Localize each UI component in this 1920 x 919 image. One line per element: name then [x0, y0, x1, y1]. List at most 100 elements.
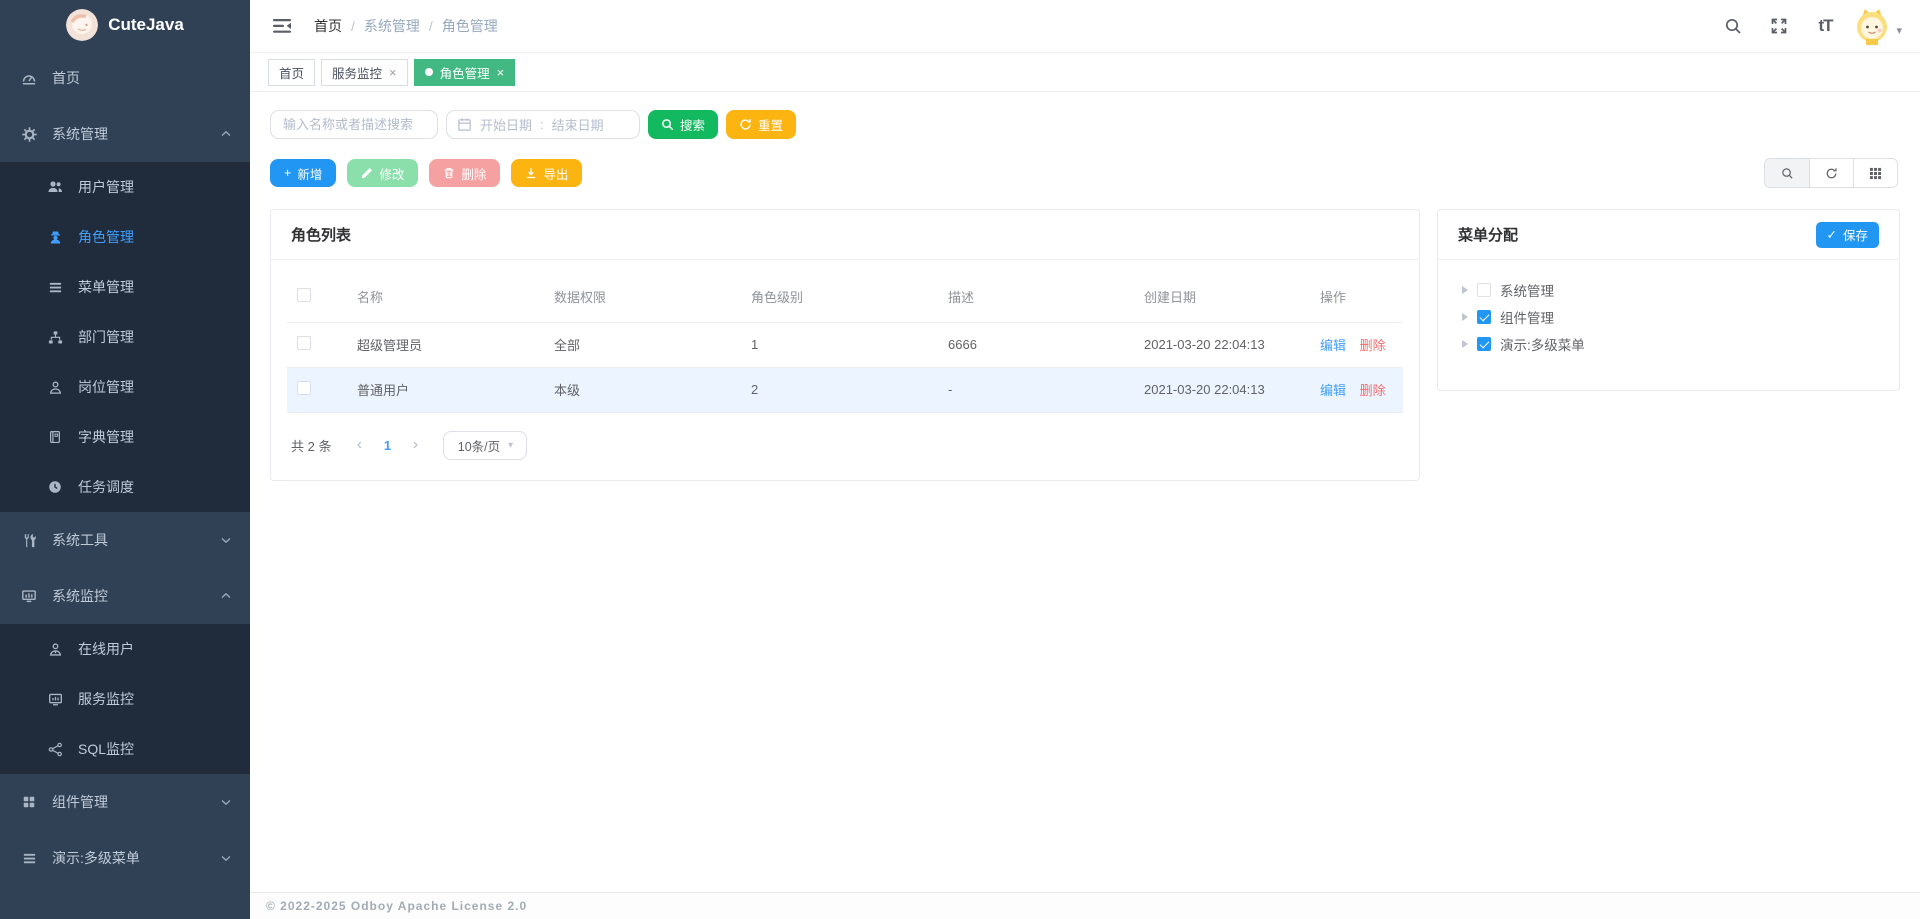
- tree-expand-icon[interactable]: [1462, 286, 1468, 294]
- chevron-down-icon: ▾: [1896, 24, 1902, 37]
- sidebar-item-role-mgmt[interactable]: 角色管理: [0, 212, 250, 262]
- delete-button-label: 删除: [461, 164, 486, 183]
- edit-link[interactable]: 编辑: [1320, 383, 1346, 398]
- role-icon: [46, 229, 64, 245]
- tree-node-component-mgmt[interactable]: 组件管理: [1462, 303, 1879, 330]
- search-icon[interactable]: [1715, 8, 1751, 44]
- sidebar-item-component-mgmt[interactable]: 组件管理: [0, 774, 250, 830]
- tree-checkbox[interactable]: [1477, 283, 1491, 297]
- sidebar-item-system-monitor[interactable]: 系统监控: [0, 568, 250, 624]
- submenu-system-monitor: 在线用户 服务监控 SQL监控: [0, 624, 250, 774]
- tab-label: 角色管理: [440, 63, 490, 82]
- footer: © 2022-2025 Odboy Apache License 2.0: [250, 892, 1920, 919]
- font-size-icon[interactable]: tT: [1807, 8, 1843, 44]
- save-button[interactable]: ✓ 保存: [1816, 222, 1880, 248]
- topbar: 首页 / 系统管理 / 角色管理 tT: [250, 0, 1920, 53]
- sidebar-item-demo-multilevel[interactable]: 演示:多级菜单: [0, 830, 250, 886]
- book-icon: [46, 429, 64, 445]
- sidebar-item-dict-mgmt[interactable]: 字典管理: [0, 412, 250, 462]
- grid-icon: [1869, 167, 1882, 180]
- add-button-label: 新增: [297, 164, 322, 183]
- sidebar-item-label: 在线用户: [78, 639, 134, 659]
- page-number[interactable]: 1: [373, 431, 401, 459]
- column-header-description: 描述: [938, 272, 1134, 322]
- date-start-placeholder: 开始日期: [480, 115, 532, 134]
- sidebar-item-task-schedule[interactable]: 任务调度: [0, 462, 250, 512]
- delete-link[interactable]: 删除: [1360, 338, 1386, 353]
- toggle-search-button[interactable]: [1765, 159, 1809, 187]
- search-input[interactable]: [270, 110, 438, 139]
- sidebar-item-label: 用户管理: [78, 177, 134, 197]
- prev-page-icon[interactable]: ‹: [345, 431, 373, 459]
- row-checkbox[interactable]: [297, 336, 311, 350]
- select-all-checkbox[interactable]: [297, 288, 311, 302]
- page-size-select[interactable]: 10条/页 ▾: [443, 431, 527, 460]
- row-checkbox[interactable]: [297, 381, 311, 395]
- table-row[interactable]: 普通用户 本级 2 - 2021-03-20 22:04:13 编辑 删除: [287, 367, 1403, 412]
- sidebar-item-user-mgmt[interactable]: 用户管理: [0, 162, 250, 212]
- breadcrumb-home[interactable]: 首页: [314, 16, 342, 36]
- pencil-icon: [361, 167, 373, 179]
- export-button[interactable]: 导出: [511, 159, 582, 187]
- tab-role-mgmt[interactable]: 角色管理 ×: [414, 59, 516, 86]
- sidebar-collapse-icon[interactable]: [266, 11, 298, 41]
- delete-button[interactable]: 删除: [429, 159, 500, 187]
- sidebar-item-label: 首页: [52, 68, 80, 88]
- menu-card-body: 系统管理 组件管理 演示:多级菜单: [1438, 260, 1899, 379]
- table-row[interactable]: 超级管理员 全部 1 6666 2021-03-20 22:04:13 编辑 删…: [287, 322, 1403, 367]
- tree-node-demo-multilevel[interactable]: 演示:多级菜单: [1462, 330, 1879, 357]
- server-monitor-icon: [46, 691, 64, 707]
- tab-label: 服务监控: [332, 63, 382, 82]
- add-button[interactable]: + 新增: [270, 159, 336, 187]
- tree-expand-icon[interactable]: [1462, 340, 1468, 348]
- tree-node-system-mgmt[interactable]: 系统管理: [1462, 276, 1879, 303]
- tab-server-monitor[interactable]: 服务监控 ×: [321, 59, 408, 86]
- date-range-picker[interactable]: 开始日期 : 结束日期: [446, 110, 640, 139]
- edit-link[interactable]: 编辑: [1320, 338, 1346, 353]
- cell-scope: 本级: [544, 367, 741, 412]
- edit-button[interactable]: 修改: [347, 159, 418, 187]
- table-toolbar: [1764, 158, 1898, 188]
- tree-node-label: 演示:多级菜单: [1500, 334, 1585, 354]
- column-settings-button[interactable]: [1853, 159, 1897, 187]
- sidebar-item-dept-mgmt[interactable]: 部门管理: [0, 312, 250, 362]
- cell-description: 6666: [938, 322, 1134, 367]
- avatar[interactable]: [1853, 7, 1891, 45]
- sitemap-icon: [46, 329, 64, 345]
- close-icon[interactable]: ×: [389, 66, 397, 79]
- next-page-icon[interactable]: ›: [401, 431, 429, 459]
- fullscreen-icon[interactable]: [1761, 8, 1797, 44]
- sidebar-item-post-mgmt[interactable]: 岗位管理: [0, 362, 250, 412]
- sidebar-item-server-monitor[interactable]: 服务监控: [0, 674, 250, 724]
- sidebar-item-menu-mgmt[interactable]: 菜单管理: [0, 262, 250, 312]
- sidebar-item-system-tools[interactable]: 系统工具: [0, 512, 250, 568]
- tab-label: 首页: [279, 63, 304, 82]
- tab-home[interactable]: 首页: [268, 59, 315, 86]
- reset-button-label: 重置: [758, 115, 783, 134]
- refresh-icon: [1825, 167, 1838, 180]
- sidebar-item-online-users[interactable]: 在线用户: [0, 624, 250, 674]
- reset-button[interactable]: 重置: [726, 110, 796, 139]
- close-icon[interactable]: ×: [497, 66, 505, 79]
- sidebar-item-label: 系统工具: [52, 530, 108, 550]
- app-root: CuteJava 首页 系统管理: [0, 0, 1920, 919]
- sidebar-item-label: 字典管理: [78, 427, 134, 447]
- sidebar-item-system-mgmt[interactable]: 系统管理: [0, 106, 250, 162]
- chevron-down-icon: [220, 534, 232, 546]
- cell-description: -: [938, 367, 1134, 412]
- monitor-icon: [20, 588, 38, 604]
- sidebar-item-home[interactable]: 首页: [0, 50, 250, 106]
- sidebar-item-label: 系统管理: [52, 124, 108, 144]
- search-button[interactable]: 搜索: [648, 110, 718, 139]
- tree-checkbox[interactable]: [1477, 310, 1491, 324]
- tree-expand-icon[interactable]: [1462, 313, 1468, 321]
- tree-checkbox[interactable]: [1477, 337, 1491, 351]
- logo[interactable]: CuteJava: [0, 0, 250, 50]
- delete-link[interactable]: 删除: [1360, 383, 1386, 398]
- user-menu[interactable]: ▾: [1853, 7, 1902, 45]
- sidebar-item-sql-monitor[interactable]: SQL监控: [0, 724, 250, 774]
- role-card-body: 名称 数据权限 角色级别 描述 创建日期 操作: [271, 260, 1419, 480]
- topbar-actions: tT ▾: [1715, 7, 1902, 45]
- sidebar-item-label: 服务监控: [78, 689, 134, 709]
- refresh-table-button[interactable]: [1809, 159, 1853, 187]
